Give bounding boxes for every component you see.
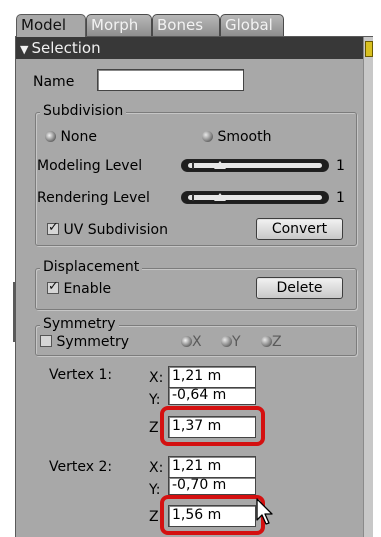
slider-notch (192, 162, 194, 169)
slider-notch (192, 194, 194, 201)
checkbox-unchecked-icon (40, 335, 52, 347)
tab-model[interactable]: Model (16, 14, 86, 37)
rendering-level-label: Rendering Level (37, 190, 150, 206)
tab-bones[interactable]: Bones (152, 14, 220, 36)
modeling-level-slider[interactable] (181, 159, 329, 172)
vertex1-label: Vertex 1: (49, 367, 113, 383)
slider-track (188, 163, 322, 168)
vertex2-y-label: Y: (149, 482, 161, 498)
subdivision-legend: Subdivision (40, 103, 127, 119)
vertex1-x-input[interactable]: 1,21 m (168, 366, 256, 388)
radio-none[interactable]: None (45, 129, 97, 145)
radio-x-icon (181, 336, 192, 347)
symmetry-label: Symmetry (56, 334, 130, 350)
triangle-down-icon: ▼ (20, 43, 29, 56)
slider-thumb-icon[interactable] (214, 193, 226, 201)
slider-track (188, 195, 322, 200)
vertex2-x-input[interactable]: 1,21 m (168, 456, 256, 478)
enable-label: Enable (63, 281, 112, 297)
axis-z-label: Z (272, 334, 282, 350)
modeling-level-value: 1 (336, 158, 345, 174)
vertex2-label: Vertex 2: (49, 459, 113, 475)
radio-smooth-icon (202, 131, 213, 142)
selection-header[interactable]: ▼ Selection (16, 37, 363, 59)
tab-morph-label: Morph (91, 16, 139, 34)
vertex2-y-input[interactable]: -0,70 m (168, 477, 256, 495)
delete-button[interactable]: Delete (256, 277, 343, 299)
checkbox-checked-icon (47, 279, 59, 295)
radio-smooth-label: Smooth (217, 129, 272, 145)
name-input[interactable] (97, 69, 244, 91)
rendering-level-value: 1 (336, 190, 345, 206)
symmetry-axis-z[interactable]: Z (261, 334, 282, 350)
symmetry-legend: Symmetry (40, 316, 119, 332)
tab-morph[interactable]: Morph (86, 14, 152, 36)
tab-global-label: Global (225, 16, 273, 34)
checkbox-checked-icon (47, 220, 59, 236)
tab-global[interactable]: Global (220, 14, 284, 36)
enable-checkbox[interactable]: Enable (47, 279, 112, 297)
scrollbar[interactable] (363, 37, 373, 537)
symmetry-checkbox[interactable]: Symmetry (40, 334, 129, 350)
uv-subdivision-label: UV Subdivision (63, 222, 168, 238)
highlight-box (160, 406, 265, 446)
vertex1-z-label: Z (149, 420, 159, 436)
axis-y-label: Y (232, 334, 241, 350)
vertex1-x-label: X: (149, 370, 164, 386)
highlight-box (160, 495, 265, 535)
mouse-pointer-icon (256, 498, 273, 525)
properties-panel: ▼ Selection Name Subdivision None Smooth … (15, 36, 373, 537)
slider-thumb-icon[interactable] (214, 161, 226, 169)
radio-smooth[interactable]: Smooth (202, 129, 271, 145)
section-title: Selection (31, 39, 101, 57)
uv-subdivision-checkbox[interactable]: UV Subdivision (47, 220, 168, 238)
tab-bones-label: Bones (157, 16, 204, 34)
modeling-level-label: Modeling Level (37, 158, 143, 174)
name-label: Name (33, 74, 75, 90)
rendering-level-slider[interactable] (181, 191, 329, 204)
vertex2-z-label: Z (149, 509, 159, 525)
tab-model-label: Model (21, 16, 67, 34)
vertex1-y-input[interactable]: -0,64 m (168, 387, 256, 405)
radio-none-icon (45, 131, 56, 142)
vertex1-y-label: Y: (149, 392, 161, 408)
radio-none-label: None (60, 129, 97, 145)
scrollbar-thumb[interactable] (365, 41, 373, 57)
radio-y-icon (221, 336, 232, 347)
radio-z-icon (261, 336, 272, 347)
symmetry-axis-x[interactable]: X (181, 334, 202, 350)
vertex2-x-label: X: (149, 460, 164, 476)
displacement-legend: Displacement (40, 259, 143, 275)
symmetry-axis-y[interactable]: Y (221, 334, 241, 350)
convert-button[interactable]: Convert (256, 218, 343, 240)
axis-x-label: X (192, 334, 202, 350)
